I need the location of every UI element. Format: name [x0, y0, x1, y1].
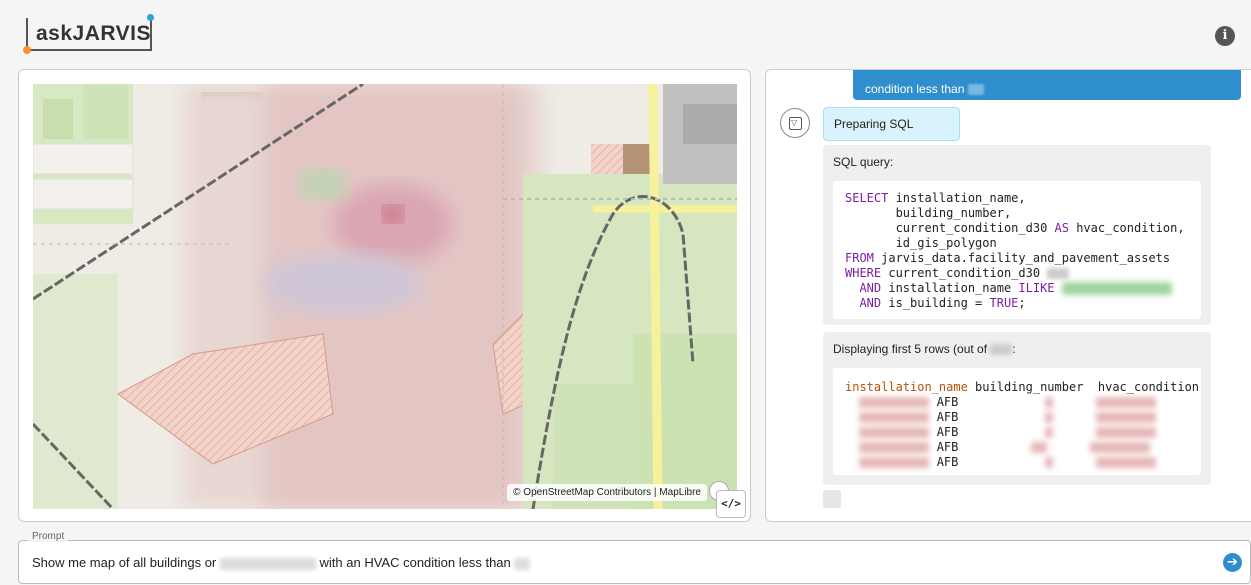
chat-panel: condition less than ▽ Preparing SQL quer…: [765, 69, 1251, 522]
prompt-text[interactable]: Show me map of all buildings or with an …: [32, 555, 531, 570]
results-card: Displaying first 5 rows (out of : instal…: [823, 332, 1211, 485]
results-table: installation_name building_number hvac_c…: [833, 368, 1201, 475]
logo-text: askJARVIS: [36, 22, 152, 45]
info-icon[interactable]: i: [1215, 26, 1235, 46]
map-panel: © OpenStreetMap Contributors | MapLibre: [18, 69, 751, 522]
loading-indicator: [823, 490, 841, 508]
map-canvas: [33, 84, 737, 509]
results-card-title: Displaying first 5 rows (out of :: [833, 342, 1016, 356]
user-message-bubble: condition less than: [853, 70, 1241, 100]
logo-dot-blue: [147, 14, 154, 21]
prompt-input[interactable]: Show me map of all buildings or with an …: [18, 540, 1251, 584]
logo-dot-orange: [23, 46, 31, 54]
app-logo: askJARVIS: [23, 14, 154, 54]
sql-code-block: SELECT installation_name, building_numbe…: [833, 181, 1201, 319]
prompt-label: Prompt: [28, 531, 69, 542]
status-message: Preparing SQL query...: [823, 107, 960, 163]
user-message-text: condition less than: [865, 82, 965, 96]
map-view[interactable]: © OpenStreetMap Contributors | MapLibre: [33, 84, 737, 509]
map-attribution[interactable]: © OpenStreetMap Contributors | MapLibre: [507, 484, 707, 501]
code-view-button[interactable]: </>: [716, 490, 746, 518]
sql-query-card: SQL query: SELECT installation_name, bui…: [823, 145, 1211, 325]
sql-card-title: SQL query:: [833, 155, 894, 169]
bot-avatar: ▽: [780, 108, 810, 138]
send-arrow-icon[interactable]: ➔: [1223, 553, 1242, 572]
